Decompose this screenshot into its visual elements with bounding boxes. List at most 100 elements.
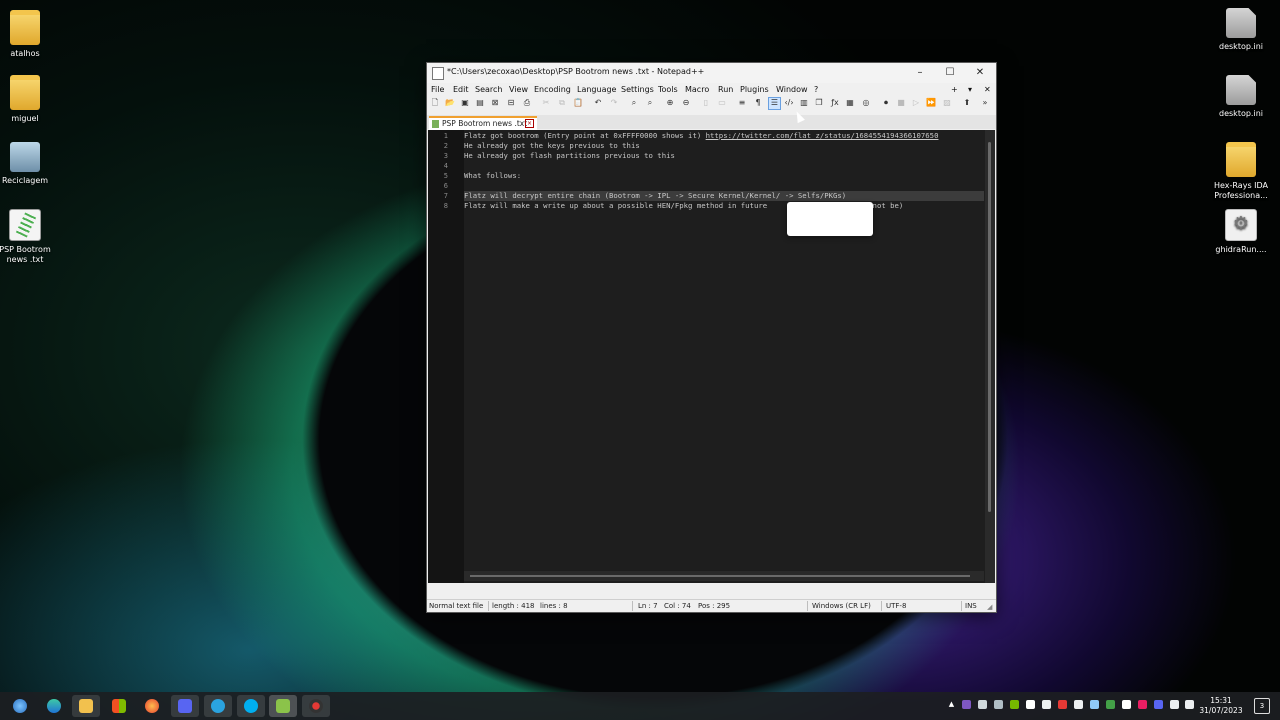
tab-close-icon[interactable]: × — [525, 119, 534, 128]
xml-tag-icon[interactable]: ‹/› — [784, 98, 794, 108]
tab-psp-bootrom-news[interactable]: PSP Bootrom news .txt × — [429, 116, 537, 131]
undo-icon[interactable]: ↶ — [593, 98, 603, 108]
notification-center-icon[interactable]: 3 — [1254, 698, 1270, 714]
taskbar-recorder[interactable] — [302, 695, 330, 717]
taskbar-discord[interactable] — [171, 695, 199, 717]
menu-run[interactable]: Run — [718, 85, 733, 94]
maximize-button[interactable]: ☐ — [935, 63, 965, 83]
find-icon[interactable]: ⌕ — [629, 98, 639, 108]
document-map-icon[interactable]: ▥ — [799, 98, 809, 108]
replace-icon[interactable]: ⌕ — [645, 98, 655, 108]
desktop-icon-desktop-ini-1[interactable]: desktop.ini — [1209, 8, 1273, 52]
run-macro-multiple-icon[interactable]: ⏩ — [926, 98, 936, 108]
sync-horizontal-icon[interactable]: ▭ — [717, 98, 727, 108]
title-bar[interactable]: *C:\Users\zecoxao\Desktop\PSP Bootrom ne… — [427, 63, 996, 83]
tray-app-icon[interactable] — [1090, 700, 1099, 709]
menu-macro[interactable]: Macro — [685, 85, 709, 94]
code-line-3[interactable]: He already got flash partitions previous… — [464, 151, 675, 161]
microphone-icon[interactable] — [1042, 700, 1051, 709]
monitoring-icon[interactable]: ◎ — [861, 98, 871, 108]
taskbar-telegram[interactable] — [204, 695, 232, 717]
desktop-icon-psp-bootrom[interactable]: PSP Bootrom news .txt — [0, 209, 57, 265]
tray-app-icon[interactable] — [1154, 700, 1163, 709]
folder-workspace-icon[interactable]: ▦ — [845, 98, 855, 108]
desktop-icon-desktop-ini-2[interactable]: desktop.ini — [1209, 75, 1273, 119]
sync-vertical-icon[interactable]: ▯ — [701, 98, 711, 108]
document-list-icon[interactable]: ❐ — [814, 98, 824, 108]
menu-plugins[interactable]: Plugins — [740, 85, 769, 94]
cut-icon[interactable]: ✂ — [541, 98, 551, 108]
toolbar-overflow-icon[interactable]: » — [980, 98, 990, 108]
close-document-icon[interactable]: ✕ — [984, 85, 991, 94]
open-file-icon[interactable]: 📂 — [445, 98, 455, 108]
horizontal-scrollbar[interactable] — [464, 571, 984, 581]
tray-overflow-chevron-up-icon[interactable]: ▲ — [947, 700, 956, 709]
indent-guide-icon[interactable]: ☰ — [768, 97, 781, 110]
scrollbar-thumb[interactable] — [988, 142, 991, 512]
save-all-icon[interactable]: ▤ — [475, 98, 485, 108]
desktop-icon-ida[interactable]: Hex-Rays IDA Professiona... — [1209, 142, 1273, 201]
menu-edit[interactable]: Edit — [453, 85, 469, 94]
menu-search[interactable]: Search — [475, 85, 502, 94]
desktop-icon-miguel[interactable]: miguel — [0, 75, 57, 124]
tray-app-icon[interactable] — [978, 700, 987, 709]
tray-app-icon[interactable] — [1122, 700, 1131, 709]
tab-list-chevron-down-icon[interactable]: ▾ — [968, 85, 972, 94]
new-file-icon[interactable]: 🗋 — [430, 98, 440, 108]
menu-window[interactable]: Window — [776, 85, 808, 94]
taskbar-store[interactable] — [105, 695, 133, 717]
menu-settings[interactable]: Settings — [621, 85, 654, 94]
code-area[interactable]: Flatz got bootrom (Entry point at 0xFFFF… — [464, 130, 984, 583]
tray-app-icon[interactable] — [1138, 700, 1147, 709]
taskbar-edge[interactable] — [40, 695, 68, 717]
tray-app-icon[interactable] — [1026, 700, 1035, 709]
desktop-icon-ghidra[interactable]: ⚙ ghidraRun.... — [1209, 209, 1273, 255]
new-tab-plus-icon[interactable]: + — [951, 85, 958, 94]
code-line-2[interactable]: He already got the keys previous to this — [464, 141, 640, 151]
tray-app-icon[interactable] — [1074, 700, 1083, 709]
save-icon[interactable]: ▣ — [460, 98, 470, 108]
menu-encoding[interactable]: Encoding — [534, 85, 571, 94]
paste-icon[interactable]: 📋 — [573, 98, 583, 108]
taskbar-file-explorer[interactable] — [72, 695, 100, 717]
start-button[interactable] — [6, 695, 34, 717]
minimize-button[interactable]: – — [905, 63, 935, 83]
menu-language[interactable]: Language — [577, 85, 616, 94]
plugin-icon[interactable]: ⬆ — [962, 98, 972, 108]
play-macro-icon[interactable]: ▷ — [911, 98, 921, 108]
close-file-icon[interactable]: ⊠ — [490, 98, 500, 108]
close-all-icon[interactable]: ⊟ — [506, 98, 516, 108]
taskbar-notepadpp[interactable] — [269, 695, 297, 717]
code-line-5[interactable]: What follows: — [464, 171, 521, 181]
scrollbar-thumb[interactable] — [470, 575, 970, 577]
vertical-scrollbar[interactable] — [985, 130, 995, 583]
code-line-1[interactable]: Flatz got bootrom (Entry point at 0xFFFF… — [464, 131, 938, 141]
editor-pane[interactable]: 1 2 3 4 5 6 7 8 Flatz got bootrom (Entry… — [428, 130, 995, 583]
save-macro-icon[interactable]: ▨ — [942, 98, 952, 108]
clock[interactable]: 15:31 31/07/2023 — [1196, 696, 1246, 716]
zoom-out-icon[interactable]: ⊖ — [681, 98, 691, 108]
zoom-in-icon[interactable]: ⊕ — [665, 98, 675, 108]
record-macro-icon[interactable]: ⏺ — [881, 98, 891, 108]
nvidia-tray-icon[interactable] — [1010, 700, 1019, 709]
menu-view[interactable]: View — [509, 85, 528, 94]
stop-macro-icon[interactable]: ■ — [896, 98, 906, 108]
tray-app-icon[interactable] — [994, 700, 1003, 709]
function-list-icon[interactable]: ƒx — [830, 98, 840, 108]
twitter-link[interactable]: https://twitter.com/flat_z/status/168455… — [706, 131, 939, 140]
show-all-characters-icon[interactable]: ¶ — [753, 98, 763, 108]
status-encoding[interactable]: UTF-8 — [886, 602, 906, 610]
word-wrap-icon[interactable]: ≡ — [737, 98, 747, 108]
copy-icon[interactable]: ⧉ — [557, 98, 567, 108]
redo-icon[interactable]: ↷ — [609, 98, 619, 108]
print-icon[interactable]: ⎙ — [522, 98, 532, 108]
close-button[interactable]: ✕ — [965, 63, 995, 83]
desktop-icon-recycle-bin[interactable]: Reciclagem — [0, 142, 57, 186]
desktop-icon-atalhos[interactable]: atalhos — [0, 10, 57, 59]
menu-tools[interactable]: Tools — [658, 85, 678, 94]
wifi-icon[interactable] — [1170, 700, 1179, 709]
status-eol[interactable]: Windows (CR LF) — [812, 602, 871, 610]
taskbar-skype[interactable] — [237, 695, 265, 717]
tray-app-icon[interactable] — [1058, 700, 1067, 709]
volume-icon[interactable] — [1185, 700, 1194, 709]
